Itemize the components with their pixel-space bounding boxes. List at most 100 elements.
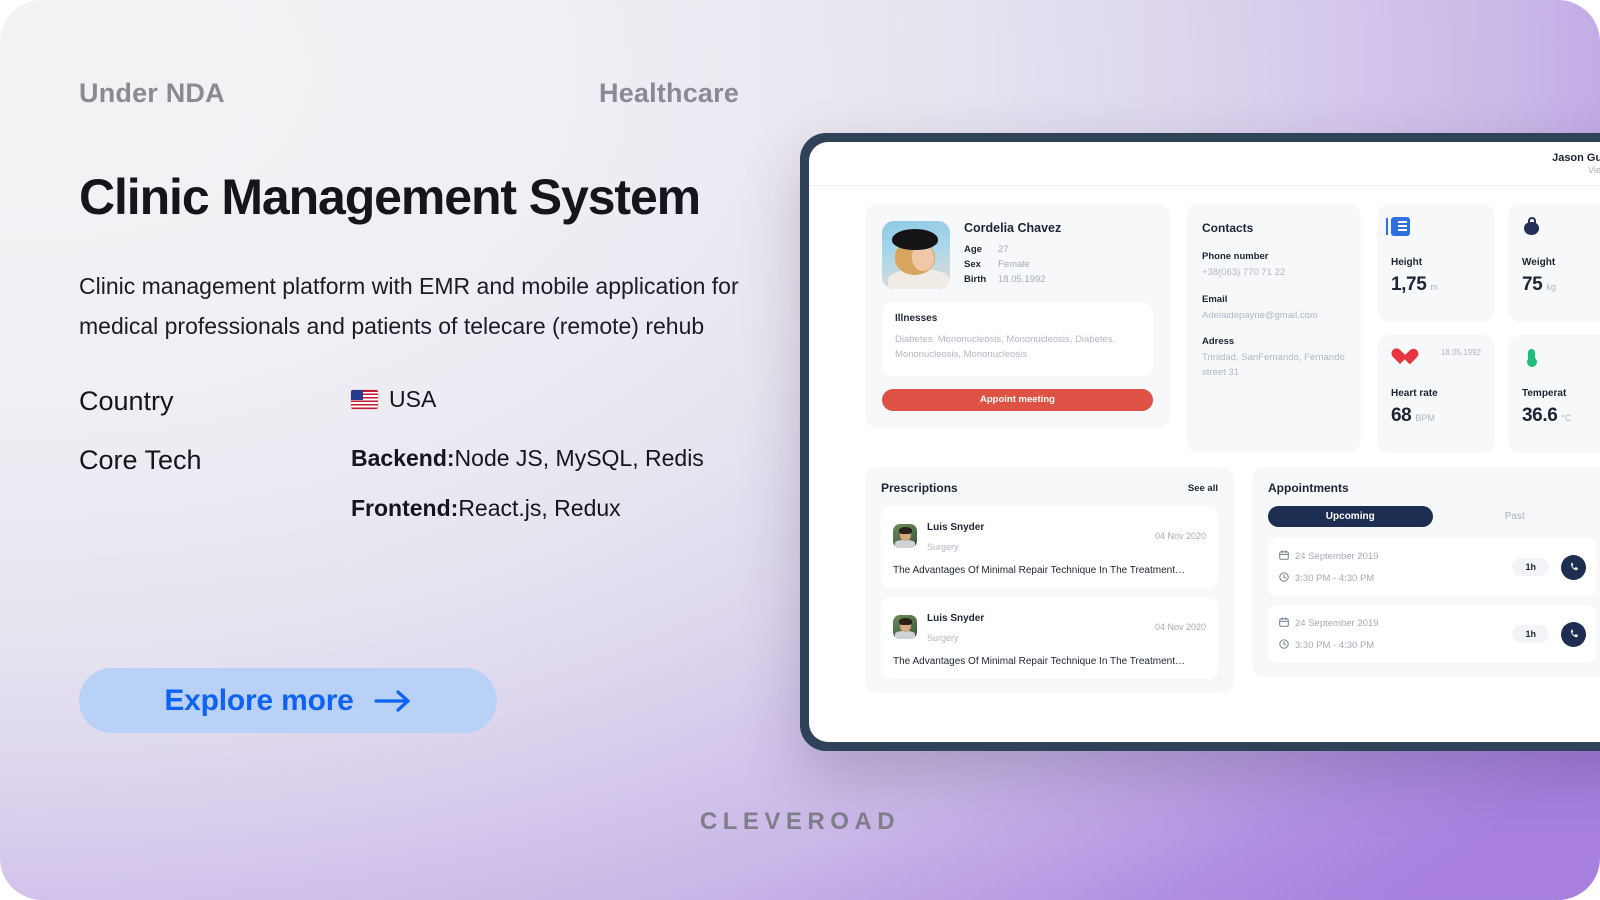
calendar-icon — [1279, 547, 1289, 565]
patient-name: Cordelia Chavez — [964, 221, 1062, 235]
backend-line: Backend: Node JS, MySQL, Redis — [351, 444, 704, 473]
app-screen: Jason Guerre View pro Cordelia Ch — [809, 142, 1600, 742]
appointment-date: 24 September 2019 — [1295, 550, 1379, 562]
phone-icon[interactable] — [1561, 621, 1586, 647]
vital-number: 1,75 — [1391, 274, 1427, 295]
doctor-name: Luis Snyder — [927, 522, 985, 533]
doctor-avatar — [893, 615, 917, 639]
vital-value: 68 BPM — [1391, 405, 1481, 427]
see-all-link[interactable]: See all — [1188, 483, 1218, 494]
doctor-avatar — [893, 524, 917, 548]
heart-icon — [1391, 348, 1410, 365]
vital-card-height: Height 1,75 m — [1377, 204, 1495, 322]
tab-upcoming[interactable]: Upcoming — [1268, 506, 1433, 527]
appointment-date: 24 September 2019 — [1295, 617, 1379, 629]
industry-label: Healthcare — [599, 78, 740, 108]
appointment-time-line: 3:30 PM - 4:30 PM — [1279, 636, 1512, 654]
illnesses-title: Illnesses — [895, 313, 938, 324]
vital-unit: °C — [1561, 413, 1572, 423]
vital-label: Heart rate — [1391, 388, 1438, 399]
header-user[interactable]: Jason Guerre View pro — [1552, 152, 1600, 175]
explore-more-button[interactable]: Explore more — [79, 668, 497, 733]
doctor-identity: Luis Snyder Surgery — [927, 516, 1155, 556]
backend-value: Node JS, MySQL, Redis — [454, 445, 704, 472]
prescription-top: Luis Snyder Surgery 04 Nov 2020 — [893, 607, 1206, 647]
vital-label: Temperat — [1522, 388, 1567, 399]
doctor-specialty: Surgery — [927, 542, 959, 552]
appointment-item[interactable]: 24 September 2019 3:30 PM - 4:30 PM 1h — [1268, 605, 1597, 663]
backend-key: Backend: — [351, 445, 455, 472]
contacts-card: Contacts Phone number +38(063) 770 71 22… — [1186, 204, 1361, 452]
clock-icon — [1279, 569, 1289, 587]
patient-field-key: Age — [964, 244, 982, 255]
appointments-panel: Appointments Upcoming Past 24 September … — [1252, 467, 1600, 677]
patient-card: Cordelia Chavez Age 27 Sex Female Birth … — [865, 204, 1170, 428]
header-view-profile-link[interactable]: View pro — [1552, 165, 1600, 175]
frontend-line: Frontend: React.js, Redux — [351, 494, 704, 523]
illnesses-box: Illnesses Diabetes, Mononucleosis, Monon… — [882, 302, 1153, 376]
appointment-when: 24 September 2019 3:30 PM - 4:30 PM — [1279, 547, 1512, 587]
doctor-name: Luis Snyder — [927, 613, 985, 624]
tab-past[interactable]: Past — [1433, 506, 1598, 527]
project-description: Clinic management platform with EMR and … — [79, 273, 739, 339]
vital-value: 75 kg — [1522, 274, 1600, 296]
app-body: Cordelia Chavez Age 27 Sex Female Birth … — [809, 186, 1600, 693]
prescriptions-head: Prescriptions See all — [881, 481, 1218, 495]
appointment-item[interactable]: 24 September 2019 3:30 PM - 4:30 PM 1h — [1268, 538, 1597, 596]
appointment-time-line: 3:30 PM - 4:30 PM — [1279, 569, 1512, 587]
meta-row: Under NDA Healthcare — [79, 78, 799, 109]
vital-number: 36.6 — [1522, 405, 1558, 426]
appointments-head: Appointments — [1268, 481, 1597, 495]
bottom-row: Prescriptions See all Luis Snyder Surger… — [865, 467, 1600, 693]
appointment-when: 24 September 2019 3:30 PM - 4:30 PM — [1279, 614, 1512, 654]
prescription-text: The Advantages Of Minimal Repair Techniq… — [893, 656, 1186, 667]
thermometer-icon — [1522, 348, 1541, 367]
contact-value: Adelaidepayne@gmail.com — [1202, 309, 1318, 321]
appointments-tabs: Upcoming Past — [1268, 506, 1597, 527]
clock-icon — [1279, 636, 1289, 654]
spec-row-core-tech: Core Tech Backend: Node JS, MySQL, Redis… — [79, 444, 799, 523]
patient-fields: Age 27 Sex Female Birth 18.05.1992 — [964, 244, 1061, 285]
kettlebell-icon — [1522, 217, 1541, 236]
prescription-text: The Advantages Of Minimal Repair Techniq… — [893, 565, 1186, 576]
patient-field-value: Female — [998, 259, 1030, 270]
prescription-item[interactable]: Luis Snyder Surgery 04 Nov 2020 The Adva… — [881, 506, 1218, 588]
vital-top — [1522, 217, 1600, 243]
app-header: Jason Guerre View pro — [809, 142, 1600, 186]
patient-field-value: 18.05.1992 — [998, 274, 1046, 285]
contact-key: Adress — [1202, 336, 1235, 348]
appointment-duration: 1h — [1512, 558, 1549, 576]
header-user-name: Jason Guerre — [1552, 152, 1600, 164]
contact-value: Trinidad, SanFernando, Fernando street 3… — [1202, 352, 1345, 379]
prescriptions-title: Prescriptions — [881, 481, 958, 495]
vital-top: 18.05.1992 — [1391, 348, 1481, 374]
phone-icon[interactable] — [1561, 554, 1586, 580]
vital-label: Height — [1391, 257, 1423, 268]
illnesses-text: Diabetes, Mononucleosis, Mononucleosis, … — [895, 334, 1116, 361]
vital-value: 36.6 °C — [1522, 405, 1600, 427]
prescription-item[interactable]: Luis Snyder Surgery 04 Nov 2020 The Adva… — [881, 597, 1218, 679]
country-value: USA — [389, 385, 437, 412]
appointment-date-line: 24 September 2019 — [1279, 614, 1512, 632]
top-row: Cordelia Chavez Age 27 Sex Female Birth … — [865, 204, 1600, 453]
brand-logo: CLEVEROAD — [699, 808, 901, 835]
vital-card-heart-rate: 18.05.1992 Heart rate 68 BPM — [1377, 335, 1495, 453]
contact-key: Phone number — [1202, 251, 1269, 262]
contact-group-address: Adress Trinidad, SanFernando, Fernando s… — [1202, 336, 1345, 380]
contact-group-phone: Phone number +38(063) 770 71 22 — [1202, 251, 1345, 281]
vital-number: 68 — [1391, 405, 1412, 426]
contact-key: Email — [1202, 293, 1228, 305]
calendar-icon — [1279, 614, 1289, 632]
prescription-top: Luis Snyder Surgery 04 Nov 2020 — [893, 516, 1206, 556]
vital-top: 18 — [1522, 348, 1600, 374]
doctor-specialty: Surgery — [927, 633, 959, 643]
prescriptions-panel: Prescriptions See all Luis Snyder Surger… — [865, 467, 1234, 693]
nda-label: Under NDA — [79, 78, 225, 108]
explore-more-label: Explore more — [164, 683, 354, 717]
contact-group-email: Email Adelaidepayne@gmail.com — [1202, 294, 1345, 324]
appointment-date-line: 24 September 2019 — [1279, 547, 1512, 565]
patient-field-value: 27 — [998, 244, 1009, 255]
vital-value: 1,75 m — [1391, 274, 1481, 296]
left-content-column: Under NDA Healthcare Clinic Management S… — [79, 78, 799, 549]
appoint-meeting-button[interactable]: Appoint meeting — [882, 388, 1153, 411]
